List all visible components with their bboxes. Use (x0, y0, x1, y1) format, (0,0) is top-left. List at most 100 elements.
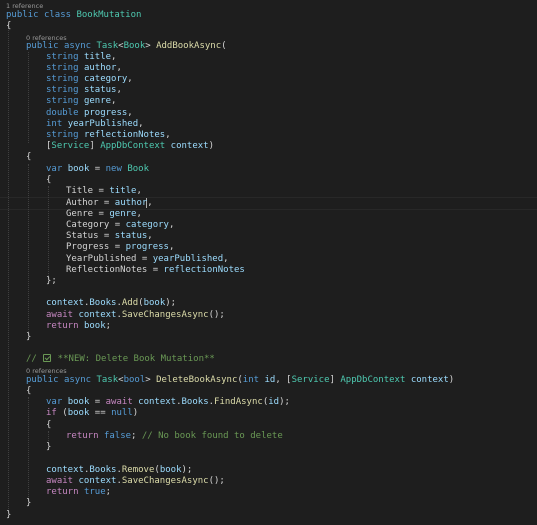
code-token: Title = (66, 186, 110, 196)
code-line-init-category[interactable]: Category = category, (66, 220, 174, 231)
code-line-delete-open-brace[interactable]: { (26, 386, 31, 397)
code-token: Add (121, 298, 139, 308)
code-token: yearPublished (67, 119, 139, 129)
code-token: , (223, 254, 229, 264)
code-line-delete-method-signature[interactable]: public async Task<bool> DeleteBookAsync(… (26, 375, 454, 386)
code-line-init-year[interactable]: YearPublished = yearPublished, (66, 254, 229, 265)
code-line-books-add[interactable]: context.Books.Add(book); (46, 298, 176, 309)
code-line-comment-delete[interactable]: // **NEW: Delete Book Mutation** (26, 354, 215, 365)
code-token: book (143, 298, 166, 308)
code-token: context (170, 141, 209, 151)
code-line-return-false[interactable]: return false; // No book found to delete (66, 431, 283, 442)
code-token: int (242, 375, 265, 385)
indent-guide (28, 164, 29, 336)
code-token: ); (279, 397, 290, 407)
code-editor[interactable]: 1 reference 0 references 0 references pu… (0, 0, 537, 525)
code-token: title (83, 52, 112, 62)
code-line-method-close-brace[interactable]: } (26, 332, 31, 343)
code-token: ; (105, 321, 112, 331)
code-token: book (159, 465, 182, 475)
code-token: } (46, 442, 52, 452)
code-token: context (78, 310, 117, 320)
code-line-open-brace[interactable]: { (6, 21, 11, 32)
code-token: book (67, 164, 90, 174)
code-line-return-book[interactable]: return book; (46, 321, 111, 332)
code-token: ) (208, 141, 215, 151)
code-token: genre (83, 96, 112, 106)
code-token: true (83, 487, 106, 497)
code-token: public (26, 41, 64, 51)
code-token: // (26, 354, 43, 364)
code-line-init-genre[interactable]: Genre = genre, (66, 209, 142, 220)
code-token: , (127, 74, 133, 84)
code-line-param-progress[interactable]: double progress, (46, 108, 133, 119)
code-token: reflectionNotes (83, 130, 166, 140)
code-line-param-status[interactable]: string status, (46, 85, 122, 96)
code-line-init-status[interactable]: Status = status, (66, 231, 153, 242)
code-token: false (103, 431, 132, 441)
code-line-save-changes-delete[interactable]: await context.SaveChangesAsync(); (46, 476, 225, 487)
code-line-new-book[interactable]: var book = new Book (46, 164, 149, 175)
code-token: Books (89, 298, 117, 308)
code-line-init-title[interactable]: Title = title, (66, 186, 142, 197)
code-line-param-year[interactable]: int yearPublished, (46, 119, 144, 130)
code-token: double (46, 108, 84, 118)
code-token: category (83, 74, 128, 84)
code-token: BookMutation (76, 10, 142, 20)
code-token: Task (96, 41, 119, 51)
code-line-init-progress[interactable]: Progress = progress, (66, 242, 174, 253)
code-token: **NEW: Delete Book Mutation** (52, 354, 215, 364)
code-token: { (46, 420, 52, 430)
code-token: await (46, 310, 79, 320)
code-token: AddBookAsync (156, 41, 222, 51)
code-token: Category = (66, 220, 126, 230)
code-line-return-true[interactable]: return true; (46, 487, 111, 498)
code-token: = (89, 164, 106, 174)
code-token: reflectionNotes (163, 265, 245, 275)
code-token: async (63, 375, 97, 385)
code-token: , (111, 96, 117, 106)
code-line-param-category[interactable]: string category, (46, 74, 133, 85)
code-line-param-context[interactable]: [Service] AppDbContext context) (46, 141, 214, 152)
code-token: context (410, 375, 449, 385)
code-token: string (46, 63, 84, 73)
codelens-delete-method-references[interactable]: 0 references (26, 367, 67, 375)
code-token: public (26, 375, 64, 385)
code-token: Status = (66, 231, 115, 241)
code-token: (); (208, 476, 225, 486)
code-line-method-open-brace[interactable]: { (26, 152, 31, 163)
code-token: book (67, 397, 90, 407)
code-line-param-author[interactable]: string author, (46, 63, 122, 74)
code-line-if-open-brace[interactable]: { (46, 420, 51, 431)
code-token: > (145, 375, 157, 385)
code-line-init-notes[interactable]: ReflectionNotes = reflectionNotes (66, 265, 245, 276)
code-line-if-close-brace[interactable]: } (46, 442, 51, 453)
code-line-if-null[interactable]: if (book == null) (46, 408, 138, 419)
codelens-class-references[interactable]: 1 reference (6, 2, 43, 10)
code-line-class-close-brace[interactable]: } (6, 510, 11, 521)
code-token: await (105, 397, 139, 407)
code-token: Remove (121, 465, 155, 475)
code-token: > (145, 41, 157, 51)
code-token: class (43, 10, 77, 20)
code-line-find-async[interactable]: var book = await context.Books.FindAsync… (46, 397, 290, 408)
code-line-save-changes[interactable]: await context.SaveChangesAsync(); (46, 310, 225, 321)
code-line-books-remove[interactable]: context.Books.Remove(book); (46, 465, 192, 476)
code-token: null (111, 408, 133, 418)
code-line-class-declaration[interactable]: public class BookMutation (6, 10, 141, 21)
code-line-param-title[interactable]: string title, (46, 52, 116, 63)
code-line-param-notes[interactable]: string reflectionNotes, (46, 130, 171, 141)
code-token: progress (83, 108, 128, 118)
code-line-initializer-open[interactable]: { (46, 175, 51, 186)
code-line-param-genre[interactable]: string genre, (46, 96, 116, 107)
code-token: book (67, 408, 90, 418)
code-line-add-method-signature[interactable]: public async Task<Book> AddBookAsync( (26, 41, 227, 52)
indent-guide (48, 431, 49, 441)
code-line-init-author[interactable]: Author = author, (66, 198, 153, 209)
code-line-delete-close-brace[interactable]: } (26, 498, 31, 509)
code-token: ); (165, 298, 177, 308)
code-token: DeleteBookAsync (156, 375, 238, 385)
indent-guide (28, 52, 29, 143)
code-line-initializer-close[interactable]: }; (46, 276, 57, 287)
code-token: status (114, 231, 148, 241)
